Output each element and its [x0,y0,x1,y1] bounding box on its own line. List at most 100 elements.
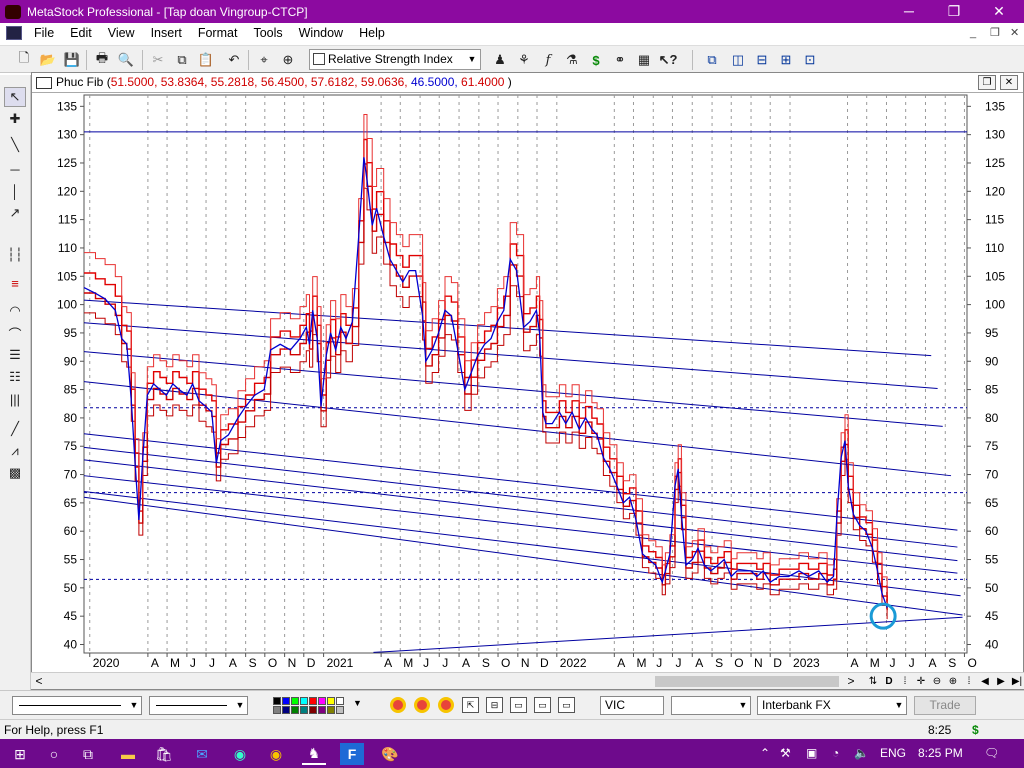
tray-device-icon[interactable]: ▣ [806,739,817,768]
metastock-taskbar-icon[interactable]: ♞ [302,743,326,765]
chart-restore-button[interactable]: ❐ [978,75,996,90]
zoom-all-icon[interactable]: ✛ [913,673,929,690]
horizontal-line-icon[interactable]: ─ [4,159,26,179]
cut-icon[interactable]: ✂ [148,50,168,70]
fibonacci-fan-icon[interactable]: ⌒ [4,323,26,343]
tile-vertical-icon[interactable]: ◫ [728,50,748,70]
chart-canvas[interactable]: 2020 A M J J A S O N D 2021 A M J J A S O N D 2022 A M J J A S O N D 2… [32,73,1023,671]
binoculars-icon[interactable]: ⚭ [610,50,630,70]
mdi-close-button[interactable]: ✕ [1010,23,1019,43]
tray-app-icon[interactable]: ⚒ [780,739,791,768]
menu-tools[interactable]: Tools [245,23,290,43]
menu-format[interactable]: Format [190,23,246,43]
cycle-lines-icon[interactable]: ┆┆ [4,245,26,265]
line-weight-dropdown[interactable]: ▼ [149,696,248,715]
window-icon[interactable]: ▭ [558,697,575,713]
color-palette[interactable]: ▼ [271,696,362,715]
color-swatch[interactable] [327,706,335,714]
window-icon[interactable]: ▭ [510,697,527,713]
gann-grid-icon[interactable]: ▩ [4,463,26,483]
color-swatch[interactable] [300,706,308,714]
color-swatch[interactable] [336,706,344,714]
layout-icon[interactable]: ⊡ [800,50,820,70]
search-icon[interactable]: ○ [42,743,66,765]
vertical-line-icon[interactable]: │ [4,181,26,201]
tile-grid-icon[interactable]: ⊞ [776,50,796,70]
menu-window[interactable]: Window [291,23,351,43]
cascade-icon[interactable]: ⧉ [702,50,722,70]
chrome-icon[interactable] [414,697,430,713]
tray-chevron-icon[interactable]: ⌃ [760,739,770,768]
file-explorer-icon[interactable]: ▬ [116,743,140,765]
document-icon[interactable] [6,26,22,40]
chrome-icon[interactable] [390,697,406,713]
color-swatch[interactable] [318,706,326,714]
clock[interactable]: 8:25 PM [918,739,963,768]
color-swatch[interactable] [336,697,344,705]
language-indicator[interactable]: ENG [880,739,906,768]
color-swatch[interactable] [309,697,317,705]
template-icon[interactable]: ⇱ [462,697,479,713]
scroll-forward-icon[interactable]: ▶ [993,673,1009,690]
crosshair-tool-icon[interactable]: ✚ [4,109,26,129]
channel-icon[interactable]: ≡ [4,273,26,293]
speed-lines-icon[interactable]: ↗ [4,203,26,223]
chevron-down-icon[interactable]: ▼ [353,698,362,708]
fibonacci-retracement-icon[interactable]: ☰ [4,345,26,365]
save-icon[interactable]: 💾 [62,50,82,70]
close-button[interactable]: ✕ [976,0,1022,23]
periodicity-icon[interactable]: D [881,673,897,690]
fibonacci-extension-icon[interactable]: ☷ [4,367,26,387]
windows-start-icon[interactable]: ⊞ [8,743,32,765]
layout-icon[interactable]: ⊟ [486,697,503,713]
context-help-icon[interactable]: ↖? [658,50,678,70]
wifi-icon[interactable]: ◔ [832,739,839,768]
chart-close-button[interactable]: ✕ [1000,75,1018,90]
menu-file[interactable]: File [26,23,62,43]
paste-icon[interactable]: 📋 [196,50,216,70]
edge-icon[interactable]: ◉ [228,743,252,765]
expert-advisor-icon[interactable]: ♟ [490,50,510,70]
properties-icon[interactable]: ▦ [634,50,654,70]
scroll-end-icon[interactable]: ▶| [1009,673,1024,690]
indicator-dropdown[interactable]: Relative Strength Index ▼ [309,49,481,70]
color-swatch[interactable] [291,706,299,714]
color-swatch[interactable] [300,697,308,705]
menu-view[interactable]: View [100,23,143,43]
new-file-icon[interactable]: 🗋 [14,50,34,70]
line-style-dropdown[interactable]: ▼ [12,696,142,715]
color-swatch[interactable] [327,697,335,705]
minimize-button[interactable]: ─ [886,0,932,23]
explorer-icon[interactable]: ⚗ [562,50,582,70]
scroll-right-icon[interactable]: > [843,673,859,690]
mail-icon[interactable]: ✉ [190,743,214,765]
print-preview-icon[interactable]: 🔍 [116,50,136,70]
data-source-dropdown[interactable]: Interbank FX ▼ [757,696,907,715]
time-zones-icon[interactable]: ||| [4,389,26,409]
paint-icon[interactable]: 🎨 [378,743,402,765]
copy-icon[interactable]: ⧉ [172,50,192,70]
periodicity-dropdown[interactable]: ▼ [671,696,751,715]
color-swatch[interactable] [273,697,281,705]
color-swatch[interactable] [291,697,299,705]
window-icon[interactable]: ▭ [534,697,551,713]
undo-icon[interactable]: ↶ [224,50,244,70]
color-swatch[interactable] [309,706,317,714]
trendline-icon[interactable]: ╲ [4,135,26,155]
mdi-restore-button[interactable]: ❐ [990,23,1000,43]
task-view-icon[interactable]: ⧉ [76,743,100,765]
line-tool-icon[interactable]: ╱ [4,419,26,439]
zoom-icon[interactable]: ⊕ [278,50,298,70]
scroll-sync-icon[interactable]: ⇅ [865,673,881,690]
mdi-minimize-button[interactable]: _ [970,23,976,43]
gann-fan-icon[interactable]: ⩘ [4,441,26,461]
tile-horizontal-icon[interactable]: ⊟ [752,50,772,70]
zoom-in-icon[interactable]: ⊕ [945,673,961,690]
crosshair-icon[interactable]: ⌖ [254,50,274,70]
volume-icon[interactable]: 🔈 [854,739,869,768]
chrome-taskbar-icon[interactable]: ◉ [264,743,288,765]
zoom-out-icon[interactable]: ⊖ [929,673,945,690]
chrome-icon[interactable] [438,697,454,713]
menu-insert[interactable]: Insert [143,23,190,43]
color-swatch[interactable] [282,697,290,705]
